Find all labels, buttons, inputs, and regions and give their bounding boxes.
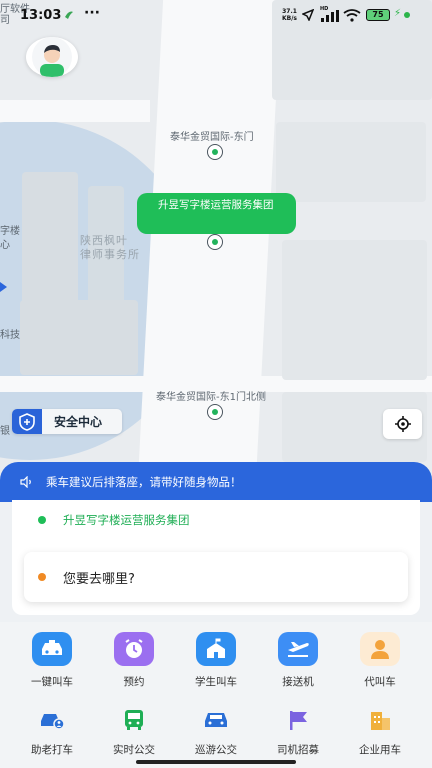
destination-input[interactable]: 您要去哪里? [24, 552, 408, 602]
safety-center-label: 安全中心 [54, 415, 103, 429]
map-building [282, 240, 427, 380]
service-student[interactable]: 学生叫车 [173, 632, 259, 689]
clock: 13:03 [20, 8, 62, 23]
airplane-icon [278, 632, 318, 666]
service-cruise-bus[interactable]: 巡游公交 [173, 706, 259, 757]
service-label: 巡游公交 [195, 744, 237, 756]
flag-icon [282, 706, 314, 734]
map-building [20, 300, 138, 375]
map-building [276, 122, 426, 202]
map-label: 字楼 [0, 226, 20, 237]
charging-icon: ⚡ [394, 8, 402, 19]
cruise-car-icon [200, 706, 232, 734]
service-label: 助老打车 [31, 744, 73, 756]
wifi-icon [343, 9, 361, 26]
service-realtime-bus[interactable]: 实时公交 [91, 706, 177, 757]
more-notifications-icon: ··· [84, 5, 100, 21]
service-label: 接送机 [282, 676, 314, 688]
notice-text: 乘车建议后排落座，请带好随身物品！ [46, 475, 242, 489]
map-label: 银 [0, 426, 10, 437]
net-speed-value: 37.1 [282, 8, 297, 15]
origin-row[interactable]: 升昱写字楼运营服务集团 [38, 512, 190, 528]
crosshair-icon [394, 416, 411, 432]
bus-icon [118, 706, 150, 734]
trip-card: 升昱写字楼运营服务集团 您要去哪里? [12, 500, 420, 615]
service-call-for-others[interactable]: 代叫车 [337, 632, 423, 689]
map-building [22, 172, 78, 304]
poi-label-east1-gate: 泰华金贸国际-东1门北侧 [156, 392, 266, 403]
net-speed: 37.1 KB/s [282, 8, 297, 22]
service-label: 司机招募 [277, 744, 319, 756]
map-road [0, 100, 150, 122]
pickup-location-bubble[interactable]: 升昱写字楼运营服务集团 [137, 193, 296, 234]
battery-level: 75 [372, 10, 384, 19]
app-notification-icon [64, 9, 74, 19]
building-icon [364, 706, 396, 734]
pickup-pin[interactable] [207, 234, 223, 250]
taxi-icon [32, 632, 72, 666]
origin-dot-icon [38, 516, 46, 524]
service-label: 企业用车 [359, 744, 401, 756]
service-label: 一键叫车 [31, 676, 73, 688]
service-elder-taxi[interactable]: 助老打车 [9, 706, 95, 757]
school-icon [196, 632, 236, 666]
service-airport[interactable]: 接送机 [255, 632, 341, 689]
service-label: 代叫车 [364, 676, 396, 688]
service-enterprise[interactable]: 企业用车 [337, 706, 423, 757]
pickup-location-name: 升昱写字楼运营服务集团 [158, 199, 274, 211]
service-reserve[interactable]: 预约 [91, 632, 177, 689]
shield-icon [12, 409, 42, 434]
map-label-lawfirm: 律师事务所 [80, 248, 140, 261]
map-label: 心 [0, 240, 10, 251]
locate-me-button[interactable] [383, 409, 422, 439]
status-bar: 13:03 ··· 37.1 KB/s HD 75 ⚡ [0, 0, 432, 32]
map-road [136, 0, 282, 500]
service-label: 实时公交 [113, 744, 155, 756]
alarm-clock-icon [114, 632, 154, 666]
poi-pin-east-gate[interactable] [207, 144, 223, 160]
location-arrow-icon [301, 8, 315, 25]
battery-icon: 75 [366, 9, 390, 21]
poi-label-east-gate: 泰华金贸国际-东门 [170, 132, 254, 143]
person-icon [360, 632, 400, 666]
destination-placeholder: 您要去哪里? [63, 571, 135, 587]
service-label: 预约 [123, 676, 145, 688]
service-driver-recruit[interactable]: 司机招募 [255, 706, 341, 757]
privacy-dot-icon [404, 12, 410, 18]
poi-pin-east1-gate[interactable] [207, 404, 223, 420]
safety-notice-banner: 乘车建议后排落座，请带好随身物品！ [0, 462, 432, 502]
home-indicator[interactable] [136, 760, 296, 764]
destination-dot-icon [38, 573, 46, 581]
signal-icon [320, 10, 340, 26]
elder-car-icon [36, 706, 68, 734]
speaker-icon [20, 476, 31, 488]
services-grid: 一键叫车 预约 学生叫车 接送机 代叫车 助老打车 实时公交 巡游公交 司机招募… [0, 622, 432, 768]
safety-center-button[interactable]: 安全中心 [12, 409, 122, 434]
service-label: 学生叫车 [195, 676, 237, 688]
avatar[interactable] [26, 37, 78, 77]
net-speed-unit: KB/s [282, 15, 297, 22]
map-label: 科技 [0, 330, 20, 341]
origin-text: 升昱写字楼运营服务集团 [63, 513, 190, 527]
service-taxi[interactable]: 一键叫车 [9, 632, 95, 689]
location-arrow-icon [0, 282, 7, 292]
